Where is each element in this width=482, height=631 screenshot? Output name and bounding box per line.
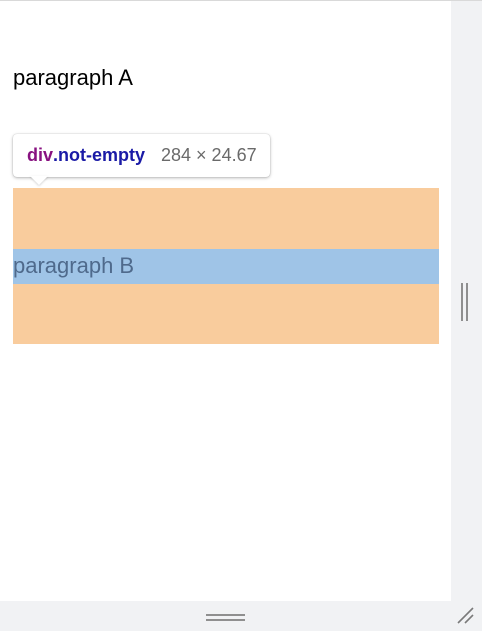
tooltip-class-selector: .not-empty xyxy=(53,145,146,165)
corner-resize-grip-svg xyxy=(457,607,474,624)
tooltip-dimensions: 284 × 24.67 xyxy=(161,145,257,165)
horizontal-drag-handle-icon[interactable] xyxy=(206,613,245,623)
tooltip-tag-name: div xyxy=(27,145,54,165)
vertical-drag-handle-icon[interactable] xyxy=(460,283,470,321)
corner-resize-grip-icon[interactable] xyxy=(456,606,476,626)
inspector-tooltip: div .not-empty 284 × 24.67 xyxy=(13,134,270,177)
tooltip-arrow xyxy=(30,176,48,185)
paragraph-a: paragraph A xyxy=(13,65,133,90)
paragraph-b: paragraph B xyxy=(13,253,135,278)
